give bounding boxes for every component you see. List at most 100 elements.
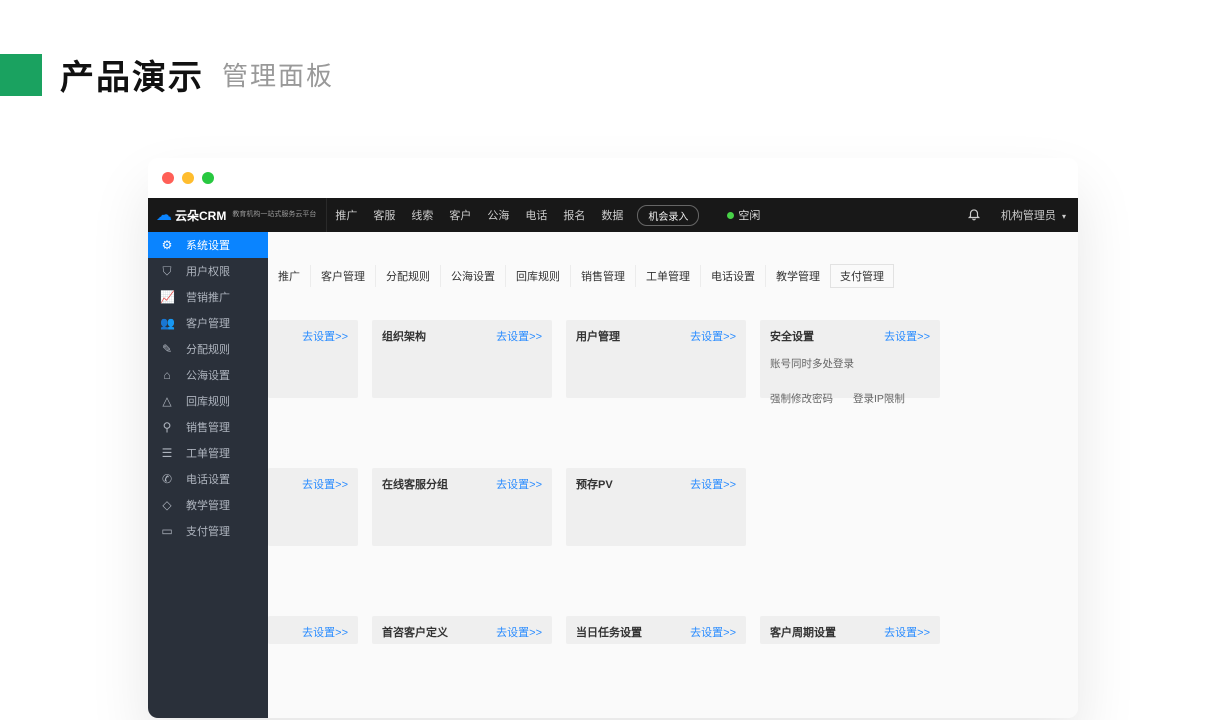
traffic-light-close[interactable] xyxy=(162,172,174,184)
sidebar-item-assign-rules[interactable]: ✎ 分配规则 xyxy=(148,336,268,362)
sidebar-item-label: 客户管理 xyxy=(186,315,230,331)
pencil-icon: ✎ xyxy=(160,342,174,356)
sidebar-item-label: 工单管理 xyxy=(186,445,230,461)
bell-icon[interactable] xyxy=(967,207,981,224)
sidebar-item-customers[interactable]: 👥 客户管理 xyxy=(148,310,268,336)
sidebar-item-label: 回库规则 xyxy=(186,393,230,409)
settings-card-security[interactable]: 安全设置 去设置>> 账号同时多处登录 强制修改密码 登录IP限制 xyxy=(760,320,940,398)
sidebar-item-label: 分配规则 xyxy=(186,341,230,357)
topnav-item[interactable]: 推广 xyxy=(335,207,357,223)
topnav-item[interactable]: 报名 xyxy=(563,207,585,223)
sidebar-item-label: 系统设置 xyxy=(186,237,230,253)
topnav-item[interactable]: 客户 xyxy=(449,207,471,223)
status-label: 空闲 xyxy=(738,207,760,223)
card-link[interactable]: 去设置>> xyxy=(302,328,348,344)
app-body: ⚙ 系统设置 ⛉ 用户权限 📈 营销推广 👥 客户管理 ✎ 分配规则 ⌂ 公海设 xyxy=(148,232,1078,718)
slide-title-main: 产品演示 xyxy=(60,50,204,99)
card-row: 去设置>> 首咨客户定义 去设置>> 当日任务设置 去设置>> 客户周期设置 去… xyxy=(268,616,1078,644)
sidebar-item-label: 用户权限 xyxy=(186,263,230,279)
subtab-item[interactable]: 教学管理 xyxy=(765,265,830,287)
topnav-item[interactable]: 数据 xyxy=(601,207,623,223)
settings-card-first-consult[interactable]: 首咨客户定义 去设置>> xyxy=(372,616,552,644)
sidebar-item-label: 销售管理 xyxy=(186,419,230,435)
card-link[interactable]: 去设置>> xyxy=(496,476,542,492)
list-icon: ☰ xyxy=(160,446,174,460)
card-link[interactable]: 去设置>> xyxy=(496,624,542,640)
topnav-item[interactable]: 公海 xyxy=(487,207,509,223)
status-dot-icon xyxy=(727,212,734,219)
card-link[interactable]: 去设置>> xyxy=(302,476,348,492)
card-link[interactable]: 去设置>> xyxy=(496,328,542,344)
slide-title-sub: 管理面板 xyxy=(222,56,334,93)
sidebar-item-label: 教学管理 xyxy=(186,497,230,513)
window-titlebar xyxy=(148,158,1078,198)
card-subitem[interactable]: 强制修改密码 xyxy=(770,391,833,406)
sidebar-item-label: 公海设置 xyxy=(186,367,230,383)
sidebar-item-sales[interactable]: ⚲ 销售管理 xyxy=(148,414,268,440)
subtab-item[interactable]: 客户管理 xyxy=(310,265,375,287)
card-link[interactable]: 去设置>> xyxy=(690,476,736,492)
sidebar-item-label: 营销推广 xyxy=(186,289,230,305)
card-link[interactable]: 去设置>> xyxy=(884,624,930,640)
slide-title: 产品演示 管理面板 xyxy=(0,50,334,99)
subtabs: 推广 客户管理 分配规则 公海设置 回库规则 销售管理 工单管理 电话设置 教学… xyxy=(268,252,1078,300)
record-entry-button[interactable]: 机会录入 xyxy=(637,205,699,226)
sidebar-item-payment[interactable]: ▭ 支付管理 xyxy=(148,518,268,544)
subtab-item[interactable]: 公海设置 xyxy=(440,265,505,287)
settings-card-online-group[interactable]: 在线客服分组 去设置>> xyxy=(372,468,552,546)
traffic-light-maximize[interactable] xyxy=(202,172,214,184)
sidebar-item-system-settings[interactable]: ⚙ 系统设置 xyxy=(148,232,268,258)
topnav: 推广 客服 线索 客户 公海 电话 报名 数据 xyxy=(335,207,623,223)
user-menu[interactable]: 机构管理员 ▾ xyxy=(1001,207,1066,223)
subtab-item[interactable]: 支付管理 xyxy=(830,264,894,288)
card-subitem[interactable]: 登录IP限制 xyxy=(853,391,905,406)
home-icon: ⌂ xyxy=(160,368,174,382)
sidebar-item-tickets[interactable]: ☰ 工单管理 xyxy=(148,440,268,466)
card-link[interactable]: 去设置>> xyxy=(690,624,736,640)
sidebar: ⚙ 系统设置 ⛉ 用户权限 📈 营销推广 👥 客户管理 ✎ 分配规则 ⌂ 公海设 xyxy=(148,232,268,718)
settings-card[interactable]: 去设置>> xyxy=(268,468,358,546)
card-link[interactable]: 去设置>> xyxy=(884,328,930,344)
topnav-item[interactable]: 客服 xyxy=(373,207,395,223)
topbar: ☁ 云朵CRM 教育机构一站式服务云平台 推广 客服 线索 客户 公海 电话 报… xyxy=(148,198,1078,232)
card-row: 去设置>> 组织架构 去设置>> 用户管理 去设置>> 安全设置 去设置>> xyxy=(268,320,1078,398)
chart-icon: 📈 xyxy=(160,290,174,304)
brand-text: 云朵CRM xyxy=(175,207,226,224)
sidebar-item-return-rules[interactable]: △ 回库规则 xyxy=(148,388,268,414)
brand[interactable]: ☁ 云朵CRM 教育机构一站式服务云平台 xyxy=(148,198,327,232)
settings-card-customer-cycle[interactable]: 客户周期设置 去设置>> xyxy=(760,616,940,644)
sidebar-item-user-permissions[interactable]: ⛉ 用户权限 xyxy=(148,258,268,284)
cards-wrap: 去设置>> 组织架构 去设置>> 用户管理 去设置>> 安全设置 去设置>> xyxy=(268,320,1078,644)
subtab-item[interactable]: 推广 xyxy=(268,265,310,287)
sidebar-item-label: 电话设置 xyxy=(186,471,230,487)
card-link[interactable]: 去设置>> xyxy=(302,624,348,640)
user-label: 机构管理员 xyxy=(1001,210,1056,222)
subtab-item[interactable]: 工单管理 xyxy=(635,265,700,287)
sidebar-item-phone[interactable]: ✆ 电话设置 xyxy=(148,466,268,492)
status-indicator[interactable]: 空闲 xyxy=(727,207,760,223)
card-subitem[interactable]: 账号同时多处登录 xyxy=(770,356,854,371)
chevron-down-icon: ▾ xyxy=(1062,212,1066,221)
card-subitems: 账号同时多处登录 强制修改密码 登录IP限制 xyxy=(770,356,930,406)
settings-card-user[interactable]: 用户管理 去设置>> xyxy=(566,320,746,398)
subtab-item[interactable]: 回库规则 xyxy=(505,265,570,287)
people-icon: 👥 xyxy=(160,316,174,330)
sidebar-item-marketing[interactable]: 📈 营销推广 xyxy=(148,284,268,310)
subtab-item[interactable]: 电话设置 xyxy=(700,265,765,287)
settings-card[interactable]: 去设置>> xyxy=(268,320,358,398)
settings-card[interactable]: 去设置>> xyxy=(268,616,358,644)
sidebar-item-teaching[interactable]: ◇ 教学管理 xyxy=(148,492,268,518)
settings-card-org[interactable]: 组织架构 去设置>> xyxy=(372,320,552,398)
sidebar-item-public-sea[interactable]: ⌂ 公海设置 xyxy=(148,362,268,388)
settings-card-daily-task[interactable]: 当日任务设置 去设置>> xyxy=(566,616,746,644)
card-link[interactable]: 去设置>> xyxy=(690,328,736,344)
cloud-icon: ☁ xyxy=(156,205,172,225)
topnav-item[interactable]: 电话 xyxy=(525,207,547,223)
subtab-item[interactable]: 分配规则 xyxy=(375,265,440,287)
card-icon: ▭ xyxy=(160,524,174,538)
tag-icon: ◇ xyxy=(160,498,174,512)
topnav-item[interactable]: 线索 xyxy=(411,207,433,223)
subtab-item[interactable]: 销售管理 xyxy=(570,265,635,287)
settings-card-prestore-pv[interactable]: 预存PV 去设置>> xyxy=(566,468,746,546)
traffic-light-minimize[interactable] xyxy=(182,172,194,184)
